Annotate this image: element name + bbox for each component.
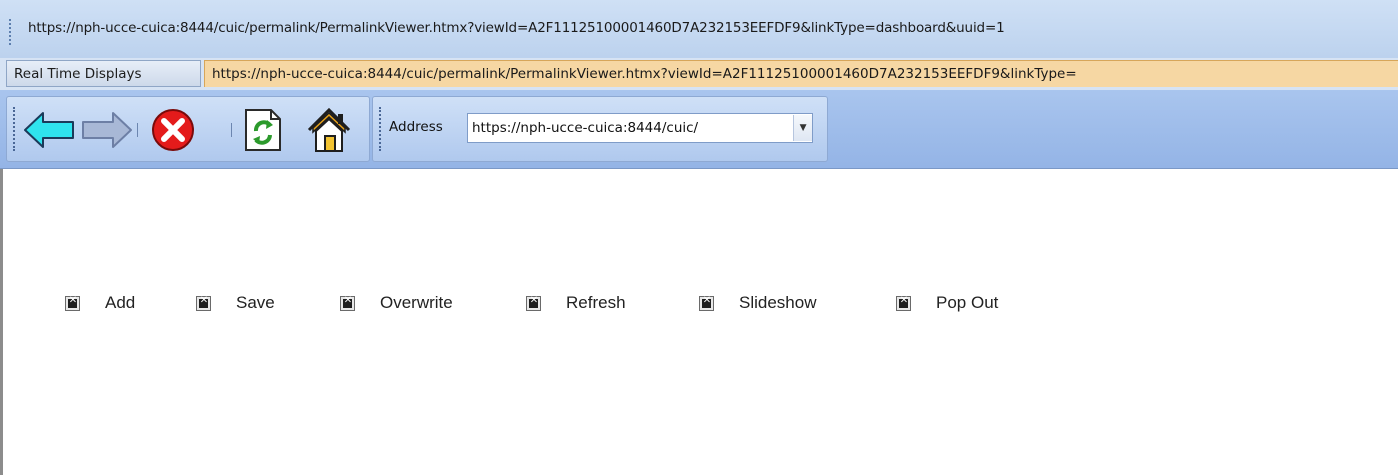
refresh-label: Refresh [566,293,626,312]
pop-out-button[interactable]: Pop Out [896,293,998,313]
add-button[interactable]: Add [65,293,135,313]
broken-image-icon [896,295,911,311]
stop-icon [152,109,194,151]
toolbar: Address ▼ [0,90,1398,169]
tab-strip: Real Time Displays https://nph-ucce-cuic… [0,58,1398,90]
toolbar-grip[interactable] [379,107,383,151]
back-arrow-icon [24,112,74,148]
save-button[interactable]: Save [196,293,275,313]
window-url: https://nph-ucce-cuica:8444/cuic/permali… [28,20,1005,36]
home-icon [307,107,351,152]
refresh-icon [245,109,281,151]
home-button[interactable] [301,105,357,155]
broken-image-icon [196,295,211,311]
address-dropdown-button[interactable]: ▼ [793,115,812,141]
slideshow-label: Slideshow [739,293,817,312]
navigation-toolbar [6,96,370,162]
forward-arrow-icon [82,112,132,148]
address-bar: ▼ [467,113,813,143]
stop-button[interactable] [145,105,201,155]
page-content: Add Save Overwrite Refresh Slideshow Pop… [0,169,1398,475]
toolbar-separator [137,123,140,137]
dashboard-action-bar: Add Save Overwrite Refresh Slideshow Pop… [3,293,1398,323]
broken-image-icon [699,295,714,311]
refresh-dashboard-button[interactable]: Refresh [526,293,626,313]
save-label: Save [236,293,275,312]
grip-handle[interactable] [9,19,14,45]
address-toolbar: Address ▼ [372,96,828,162]
address-input[interactable] [468,115,794,141]
forward-button[interactable] [79,105,135,155]
pop-out-label: Pop Out [936,293,999,312]
chevron-down-icon: ▼ [799,123,807,133]
overwrite-button[interactable]: Overwrite [340,293,453,313]
title-bar: https://nph-ucce-cuica:8444/cuic/permali… [0,0,1398,59]
back-button[interactable] [21,105,77,155]
tab-permalink-viewer[interactable]: https://nph-ucce-cuica:8444/cuic/permali… [204,60,1398,87]
broken-image-icon [340,295,355,311]
tab-real-time-displays[interactable]: Real Time Displays [6,60,201,87]
address-label: Address [389,119,443,135]
slideshow-button[interactable]: Slideshow [699,293,817,313]
add-label: Add [105,293,136,312]
broken-image-icon [526,295,541,311]
overwrite-label: Overwrite [380,293,453,312]
toolbar-grip[interactable] [13,107,17,151]
browser-window: https://nph-ucce-cuica:8444/cuic/permali… [0,0,1398,475]
broken-image-icon [65,295,80,311]
refresh-button[interactable] [235,105,291,155]
toolbar-separator [231,123,234,137]
